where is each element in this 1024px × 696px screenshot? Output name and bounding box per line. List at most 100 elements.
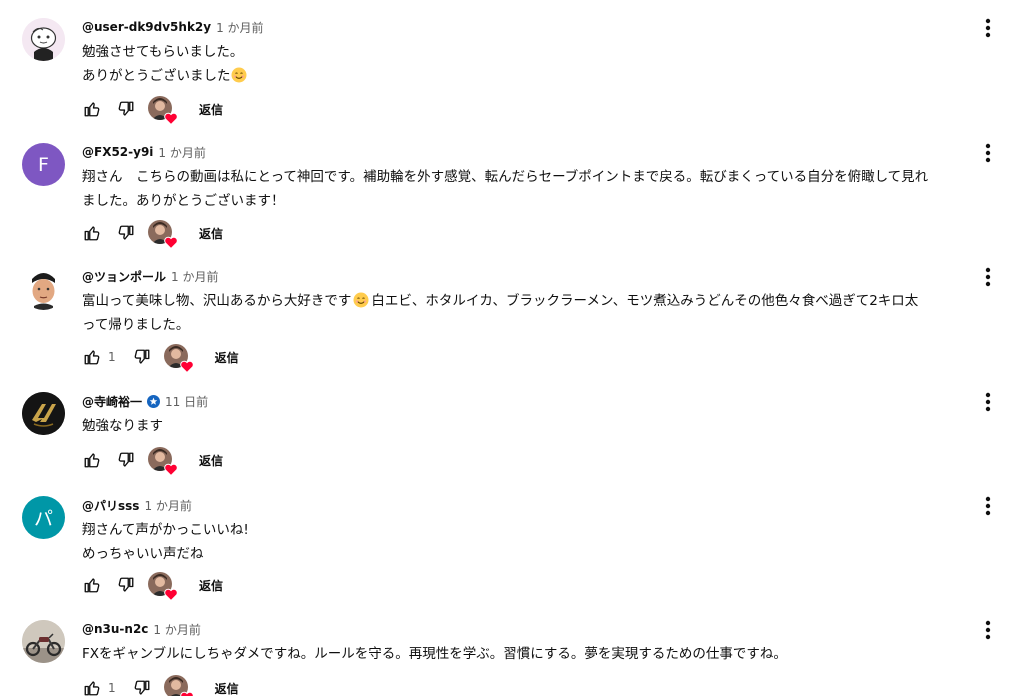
- comment-header: @寺崎裕一 11 日前: [82, 392, 208, 410]
- thumbs-up-icon: [84, 350, 100, 365]
- smiling-face-emoji-icon: [353, 292, 369, 308]
- more-vertical-icon: [985, 392, 991, 412]
- comment-time[interactable]: 1 か月前: [158, 144, 205, 161]
- comment-time[interactable]: 11 日前: [165, 393, 208, 410]
- comment-actions: 1 返信: [82, 675, 239, 696]
- more-actions-button[interactable]: [978, 494, 998, 518]
- more-actions-button[interactable]: [978, 390, 998, 414]
- avatar[interactable]: [22, 392, 65, 435]
- creator-heart: [148, 220, 178, 249]
- avatar[interactable]: [22, 620, 65, 663]
- avatar[interactable]: [22, 18, 65, 61]
- like-button[interactable]: [82, 347, 102, 367]
- thumbs-down-icon: [118, 577, 134, 592]
- more-actions-button[interactable]: [978, 16, 998, 40]
- like-button[interactable]: [82, 575, 102, 595]
- thumbs-down-icon: [118, 452, 134, 467]
- comment-text: 勉強させてもらいました。 ありがとうございました: [82, 40, 1012, 88]
- thumbs-down-icon: [118, 225, 134, 240]
- comment-text: 勉強なります: [82, 414, 1012, 438]
- avatar-letter: パ: [33, 508, 53, 530]
- thumbs-up-icon: [84, 578, 100, 593]
- comment-actions: 返信: [82, 447, 223, 476]
- reply-button[interactable]: 返信: [199, 225, 223, 242]
- heart-icon: [164, 588, 178, 601]
- heart-icon: [179, 360, 194, 373]
- more-vertical-icon: [985, 620, 991, 640]
- comment-line: 富山って美味し物、沢山あるから大好きです 白エビ、ホタルイカ、ブラックラーメン、モ…: [82, 289, 1012, 313]
- like-button[interactable]: [82, 223, 102, 243]
- creator-heart: [148, 572, 178, 601]
- reply-button[interactable]: 返信: [199, 452, 223, 469]
- thumbs-up-icon: [84, 453, 100, 468]
- author-name[interactable]: @n3u-n2c: [82, 622, 148, 636]
- thumbs-down-icon: [118, 101, 134, 116]
- author-name[interactable]: @寺崎裕一: [82, 393, 142, 410]
- reply-button[interactable]: 返信: [199, 101, 223, 118]
- dislike-button[interactable]: [132, 678, 152, 696]
- reply-button[interactable]: 返信: [215, 349, 239, 366]
- comment-line: FXをギャンブルにしちゃダメですね。ルールを守る。再現性を学ぶ。習慣にする。夢を…: [82, 646, 787, 662]
- creator-heart: [163, 675, 194, 696]
- author-name[interactable]: @user-dk9dv5hk2y: [82, 20, 211, 34]
- comment-time[interactable]: 1 か月前: [144, 497, 191, 514]
- dislike-button[interactable]: [116, 223, 136, 243]
- comment-line: 翔さんて声がかっこいいね!: [82, 522, 249, 538]
- smiling-face-emoji-icon: [231, 67, 247, 83]
- dislike-button[interactable]: [116, 575, 136, 595]
- dislike-button[interactable]: [132, 347, 152, 367]
- comment-line: 翔さん こちらの動画は私にとって神回です。補助輪を外す感覚、転んだらセーブポイン…: [82, 169, 929, 185]
- comment-text: 富山って美味し物、沢山あるから大好きです 白エビ、ホタルイカ、ブラックラーメン、モ…: [82, 289, 1012, 337]
- comment-text: 翔さんて声がかっこいいね! めっちゃいい声だね: [82, 518, 1012, 566]
- comment-time[interactable]: 1 か月前: [171, 268, 218, 285]
- heart-icon: [164, 463, 178, 476]
- motorcycle-photo-icon: [22, 620, 65, 663]
- like-button[interactable]: [82, 450, 102, 470]
- thumbs-down-icon: [134, 349, 150, 364]
- author-name[interactable]: @ツョンポール: [82, 268, 166, 285]
- person-photo-icon: [22, 267, 65, 310]
- comments-list: @user-dk9dv5hk2y 1 か月前 勉強させてもらいました。 ありがと…: [0, 0, 1024, 696]
- like-button[interactable]: [82, 678, 102, 696]
- comment-header: @パリsss 1 か月前: [82, 496, 192, 514]
- comment-time[interactable]: 1 か月前: [153, 621, 200, 638]
- creator-heart: [163, 344, 194, 373]
- comment-line-text: 富山って美味し物、沢山あるから大好きです: [82, 293, 352, 309]
- comment-header: @user-dk9dv5hk2y 1 か月前: [82, 18, 264, 36]
- reply-button[interactable]: 返信: [215, 680, 239, 696]
- comment-line: 勉強させてもらいました。: [82, 44, 244, 60]
- comment-text: FXをギャンブルにしちゃダメですね。ルールを守る。再現性を学ぶ。習慣にする。夢を…: [82, 642, 1012, 666]
- comment-time[interactable]: 1 か月前: [216, 19, 263, 36]
- more-vertical-icon: [985, 496, 991, 516]
- reply-button[interactable]: 返信: [199, 577, 223, 594]
- author-name[interactable]: @パリsss: [82, 497, 139, 514]
- cartoon-character-icon: [22, 18, 65, 61]
- thumbs-up-icon: [84, 226, 100, 241]
- avatar[interactable]: [22, 267, 65, 310]
- author-name[interactable]: @FX52-y9i: [82, 145, 153, 159]
- comment-line: って帰りました。: [82, 317, 190, 333]
- thumbs-up-icon: [84, 681, 100, 696]
- more-actions-button[interactable]: [978, 618, 998, 642]
- comment-line: ありがとうございました: [82, 64, 1012, 88]
- comment-line: 勉強なります: [82, 418, 163, 434]
- more-vertical-icon: [985, 267, 991, 287]
- comment-text: 翔さん こちらの動画は私にとって神回です。補助輪を外す感覚、転んだらセーブポイン…: [82, 165, 1012, 213]
- avatar[interactable]: F: [22, 143, 65, 186]
- dislike-button[interactable]: [116, 450, 136, 470]
- heart-icon: [164, 236, 178, 249]
- more-actions-button[interactable]: [978, 265, 998, 289]
- comment-actions: 返信: [82, 572, 223, 601]
- comment-header: @n3u-n2c 1 か月前: [82, 620, 201, 638]
- like-count: 1: [108, 350, 116, 364]
- like-button[interactable]: [82, 99, 102, 119]
- dislike-button[interactable]: [116, 99, 136, 119]
- comment-actions: 1 返信: [82, 344, 239, 373]
- creator-heart: [148, 96, 178, 125]
- like-count: 1: [108, 681, 116, 695]
- comment-header: @FX52-y9i 1 か月前: [82, 143, 206, 161]
- comment-actions: 返信: [82, 220, 223, 249]
- avatar[interactable]: パ: [22, 496, 65, 539]
- comment-actions: 返信: [82, 96, 223, 125]
- more-actions-button[interactable]: [978, 141, 998, 165]
